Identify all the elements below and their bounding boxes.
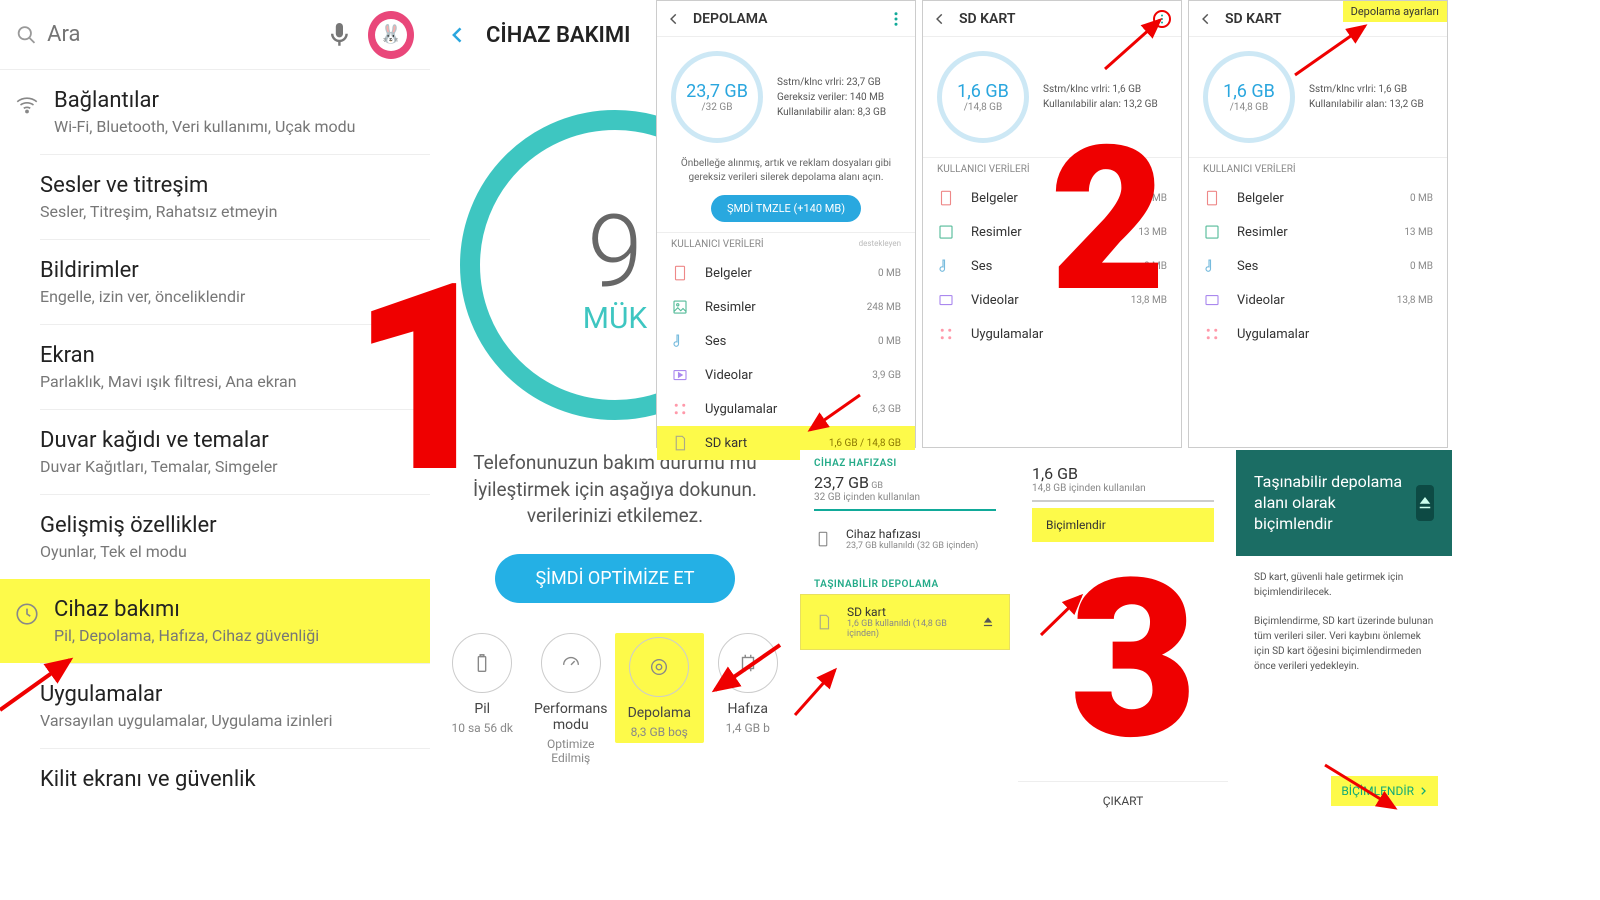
back-icon[interactable]	[448, 25, 468, 45]
description-text: Telefonunuzun bakım durumu mü İyileştirm…	[438, 450, 792, 530]
usage-info: Sstm/klnc vrlri: 23,7 GBGereksiz veriler…	[777, 75, 886, 120]
memory-icon	[737, 652, 759, 674]
video-icon	[1203, 291, 1221, 309]
clean-note: Önbelleğe alınmış, artık ve reklam dosya…	[657, 157, 915, 185]
tile-memory[interactable]: Hafıza 1,4 GB b	[704, 633, 793, 765]
eject-icon[interactable]	[981, 615, 995, 629]
clean-now-button[interactable]: ŞMDİ TMZLE (+140 MB)	[711, 195, 861, 222]
cat-apps[interactable]: Uygulamalar6,3 GB	[657, 392, 915, 426]
sd-detail-panel: 1,6 GB14,8 GB içinden kullanılan Biçimle…	[1018, 450, 1228, 820]
storage-settings-panel: CİHAZ HAFIZASI 23,7 GB GB32 GB içinden k…	[800, 450, 1010, 820]
sd-icon	[815, 613, 833, 631]
format-confirm-panel: Taşınabilir depolama alanı olarak biçiml…	[1236, 450, 1452, 820]
storage-icon	[648, 656, 670, 678]
audio-icon	[1203, 257, 1221, 275]
cat-documents[interactable]: Belgeler0 MB	[1189, 181, 1447, 215]
sdcard-panel: SD KART 1,6 GB/14,8 GB Sstm/klnc vrlri: …	[922, 0, 1182, 448]
wifi-icon	[14, 92, 40, 118]
settings-item-lock[interactable]: Kilit ekranı ve güvenlik	[40, 748, 430, 810]
score-value: 9	[587, 194, 642, 311]
mic-icon[interactable]	[325, 20, 354, 50]
profile-avatar[interactable]: 🐰	[368, 11, 414, 59]
settings-panel: 🐰 Bağlantılar Wi-Fi, Bluetooth, Veri kull…	[0, 0, 430, 900]
settings-item-display[interactable]: EkranParlaklık, Mavi ışık filtresi, Ana …	[40, 324, 430, 409]
doc-icon	[937, 189, 955, 207]
cat-audio[interactable]: Ses0 MB	[1189, 249, 1447, 283]
settings-item-wallpaper[interactable]: Duvar kağıdı ve temalarDuvar Kağıtları, …	[40, 409, 430, 494]
item-sub: Wi-Fi, Bluetooth, Veri kullanımı, Uçak m…	[54, 117, 355, 136]
usage-ring: 23,7 GB /32 GB	[671, 51, 763, 143]
settings-item-sounds[interactable]: Sesler ve titreşimSesler, Titreşim, Raha…	[40, 154, 430, 239]
audio-icon	[937, 257, 955, 275]
cat-images[interactable]: Resimler13 MB	[923, 215, 1181, 249]
menu-storage-settings[interactable]: Depolama ayarları	[1343, 1, 1447, 22]
sd-eject-icon	[1416, 485, 1434, 521]
search-bar: 🐰	[0, 0, 430, 70]
item-title: Bağlantılar	[54, 88, 355, 113]
audio-icon	[671, 332, 689, 350]
device-care-icon	[14, 601, 40, 627]
format-button[interactable]: BİÇİMLENDİR	[1331, 776, 1438, 806]
format-row[interactable]: Biçimlendir	[1032, 508, 1214, 542]
sdcard-panel-menu: SD KART Depolama ayarları 1,6 GB/14,8 GB…	[1188, 0, 1448, 448]
chevron-right-icon	[1418, 786, 1428, 796]
tile-performance[interactable]: Performans modu Optimize Edilmiş	[527, 633, 616, 765]
eject-button[interactable]: ÇIKART	[1018, 781, 1228, 820]
phone-icon	[814, 530, 832, 548]
cat-audio[interactable]: Ses0 MB	[657, 324, 915, 358]
image-icon	[937, 223, 955, 241]
back-icon[interactable]	[1199, 12, 1213, 26]
cat-images[interactable]: Resimler248 MB	[657, 290, 915, 324]
settings-item-connections[interactable]: Bağlantılar Wi-Fi, Bluetooth, Veri kullan…	[0, 70, 430, 154]
storage-panel: DEPOLAMA 23,7 GB /32 GB Sstm/klnc vrlri:…	[656, 0, 916, 448]
video-icon	[671, 366, 689, 384]
doc-icon	[671, 264, 689, 282]
image-icon	[1203, 223, 1221, 241]
cat-images[interactable]: Resimler13 MB	[1189, 215, 1447, 249]
cat-videos[interactable]: Videolar3,9 GB	[657, 358, 915, 392]
search-input[interactable]	[47, 22, 325, 47]
settings-item-apps[interactable]: UygulamalarVarsayılan uygulamalar, Uygul…	[40, 663, 430, 748]
search-icon	[16, 24, 37, 46]
more-icon[interactable]	[1153, 10, 1171, 28]
cat-audio[interactable]: Ses0 MB	[923, 249, 1181, 283]
cat-documents[interactable]: Belgeler0 MB	[657, 256, 915, 290]
page-title: CİHAZ BAKIMI	[486, 23, 630, 48]
device-storage-row[interactable]: Cihaz hafızası23,7 GB kullanıldı (32 GB …	[800, 517, 1010, 561]
score-status: MÜK	[583, 301, 647, 336]
battery-icon	[471, 652, 493, 674]
sd-card-row[interactable]: SD kart1,6 GB kullanıldı (14,8 GB içinde…	[800, 594, 1010, 650]
tile-storage[interactable]: Depolama 8,3 GB boş	[615, 633, 704, 765]
cat-videos[interactable]: Videolar13,8 MB	[923, 283, 1181, 317]
cat-documents[interactable]: Belgeler0 MB	[923, 181, 1181, 215]
video-icon	[937, 291, 955, 309]
cat-apps[interactable]: Uygulamalar	[923, 317, 1181, 351]
cat-apps[interactable]: Uygulamalar	[1189, 317, 1447, 351]
settings-item-notifications[interactable]: BildirimlerEngelle, izin ver, önceliklen…	[40, 239, 430, 324]
apps-icon	[937, 325, 955, 343]
gauge-icon	[560, 652, 582, 674]
doc-icon	[1203, 189, 1221, 207]
bottom-tiles: Pil 10 sa 56 dk Performans modu Optimize…	[438, 633, 792, 765]
teal-header: Taşınabilir depolama alanı olarak biçiml…	[1236, 450, 1452, 556]
back-icon[interactable]	[667, 12, 681, 26]
apps-icon	[671, 400, 689, 418]
page-title: DEPOLAMA	[693, 11, 887, 27]
settings-item-device-care[interactable]: Cihaz bakımıPil, Depolama, Hafıza, Cihaz…	[0, 579, 430, 663]
optimize-button[interactable]: ŞİMDİ OPTİMİZE ET	[495, 554, 734, 603]
sd-icon	[671, 434, 689, 452]
image-icon	[671, 298, 689, 316]
settings-item-advanced[interactable]: Gelişmiş özelliklerOyunlar, Tek el modu	[40, 494, 430, 579]
more-icon[interactable]	[887, 10, 905, 28]
back-icon[interactable]	[933, 12, 947, 26]
apps-icon	[1203, 325, 1221, 343]
arrow-annotation	[1036, 590, 1096, 640]
page-title: SD KART	[959, 11, 1153, 27]
tile-battery[interactable]: Pil 10 sa 56 dk	[438, 633, 527, 765]
cat-videos[interactable]: Videolar13,8 MB	[1189, 283, 1447, 317]
